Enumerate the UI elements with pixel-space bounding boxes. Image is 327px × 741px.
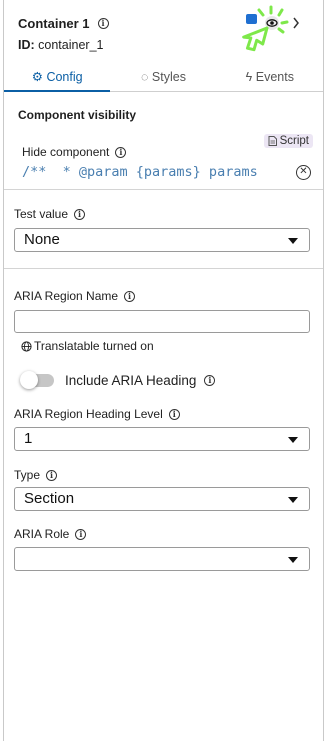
hide-component-text: Hide component <box>22 145 110 159</box>
info-icon[interactable]: i <box>75 528 87 540</box>
document-icon <box>268 136 277 146</box>
gear-icon: ⚙ <box>31 70 43 84</box>
panel-tabs: ⚙ Config ◌ Styles ϟ Events <box>4 64 323 92</box>
type-label: Type i <box>14 468 58 482</box>
id-label: ID: <box>18 38 35 52</box>
caret-down-icon <box>288 238 298 244</box>
aria-role-text: ARIA Role <box>14 527 70 541</box>
caret-down-icon <box>288 557 298 563</box>
tab-styles-label: Styles <box>151 70 186 84</box>
test-value-label: Test value i <box>14 207 86 221</box>
bolt-icon: ϟ <box>245 70 253 84</box>
hide-component-label: Hide component i <box>22 145 127 159</box>
tab-styles[interactable]: ◌ Styles <box>110 64 216 91</box>
tab-config-label: Config <box>46 70 83 84</box>
translatable-text: Translatable turned on <box>34 339 154 353</box>
heading-level-selected: 1 <box>24 430 33 447</box>
clear-icon[interactable]: ✕ <box>296 165 311 180</box>
test-value-selected: None <box>24 231 60 248</box>
test-value-text: Test value <box>14 207 69 221</box>
type-text: Type <box>14 468 41 482</box>
info-icon[interactable]: i <box>115 146 127 158</box>
script-button-label: Script <box>279 135 309 147</box>
info-icon[interactable]: i <box>97 18 109 29</box>
tab-config[interactable]: ⚙ Config <box>4 64 111 92</box>
component-badge-icon <box>246 14 257 24</box>
panel-header: Container 1 i ID: container_1 <box>4 0 323 60</box>
translatable-status: Translatable turned on <box>21 339 154 353</box>
aria-region-name-label: ARIA Region Name i <box>14 289 136 303</box>
caret-down-icon <box>288 497 298 503</box>
tab-events[interactable]: ϟ Events <box>217 64 323 91</box>
tab-events-label: Events <box>255 70 294 84</box>
script-button[interactable]: Script <box>263 134 313 148</box>
include-aria-heading-toggle[interactable] <box>20 371 54 389</box>
heading-level-select[interactable]: 1 <box>14 427 310 451</box>
toggle-knob <box>20 371 38 389</box>
include-aria-heading-text: Include ARIA Heading <box>65 373 197 388</box>
info-icon[interactable]: i <box>124 290 136 302</box>
properties-panel: Container 1 i ID: container_1 ⚙ Config ◌… <box>3 0 324 741</box>
header-actions <box>241 4 301 60</box>
globe-icon <box>21 340 32 352</box>
info-icon[interactable]: i <box>204 375 216 386</box>
aria-region-name-input[interactable] <box>14 310 310 333</box>
include-aria-heading-label: Include ARIA Heading i <box>65 373 216 388</box>
info-icon[interactable]: i <box>74 208 86 220</box>
section-divider <box>4 268 323 269</box>
type-selected: Section <box>24 490 75 507</box>
aria-region-name-text: ARIA Region Name <box>14 289 119 303</box>
chevron-right-icon[interactable] <box>293 17 299 29</box>
palette-icon: ◌ <box>141 70 149 84</box>
test-value-select[interactable]: None <box>14 228 310 252</box>
aria-role-label: ARIA Role i <box>14 527 87 541</box>
component-visibility-heading: Component visibility <box>18 108 137 122</box>
cursor-highlight <box>242 5 299 52</box>
component-id: ID: container_1 <box>18 38 103 52</box>
caret-down-icon <box>288 437 298 443</box>
component-title: Container 1 i <box>18 16 109 31</box>
component-title-text: Container 1 <box>18 16 90 31</box>
hide-component-code-field[interactable]: /** * @param {params} params <box>22 164 290 180</box>
type-select[interactable]: Section <box>14 487 310 511</box>
heading-level-label: ARIA Region Heading Level i <box>14 407 180 421</box>
id-value: container_1 <box>38 38 104 52</box>
aria-role-select[interactable] <box>14 547 310 571</box>
code-field-underline <box>4 189 323 190</box>
info-icon[interactable]: i <box>168 408 180 420</box>
heading-level-text: ARIA Region Heading Level <box>14 407 163 421</box>
info-icon[interactable]: i <box>46 469 58 481</box>
